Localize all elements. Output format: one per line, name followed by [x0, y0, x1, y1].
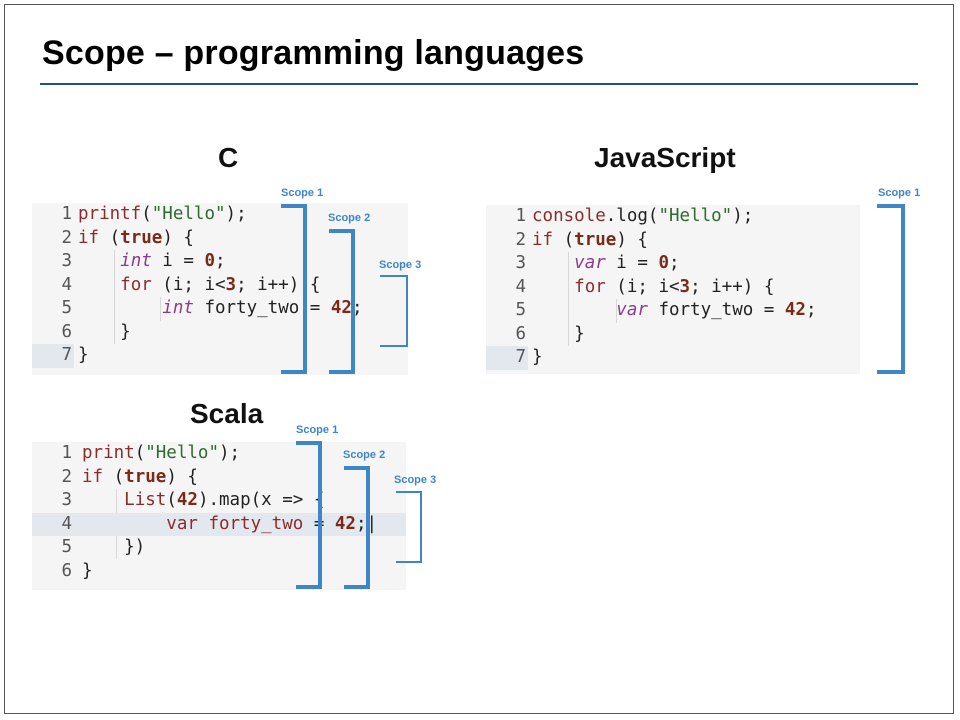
line-number: 1: [61, 204, 72, 224]
line-number: 6: [61, 560, 72, 581]
line-number: 6: [515, 323, 526, 344]
title-underline: [40, 83, 918, 85]
line-number: 3: [61, 490, 72, 510]
line-number: 1: [61, 443, 72, 463]
scala-scope1-bracket: [296, 441, 322, 589]
c-heading: C: [218, 142, 239, 173]
line-number: 5: [61, 537, 72, 557]
c-scope1-bracket: [281, 204, 307, 374]
line-number: 5: [61, 298, 72, 318]
line-number: 4: [61, 513, 72, 534]
line-number: 4: [61, 274, 72, 295]
line-number: 4: [515, 276, 526, 297]
line-number: 5: [515, 300, 526, 320]
scala-heading: Scala: [190, 398, 264, 429]
js-heading: JavaScript: [594, 142, 736, 173]
line-number: 2: [61, 466, 72, 487]
line-number: 7: [515, 347, 526, 367]
line-number: 3: [515, 253, 526, 273]
js-scope1-label: Scope 1: [878, 187, 921, 199]
slide-title: Scope – programming languages: [42, 34, 585, 72]
scala-scope1-label: Scope 1: [296, 424, 339, 436]
scala-scope3-bracket: [396, 491, 422, 563]
line-number: 2: [61, 227, 72, 248]
scala-scope2-label: Scope 2: [343, 449, 386, 461]
scala-scope2-bracket: [344, 466, 370, 589]
line-number: 3: [61, 251, 72, 271]
c-scope2-bracket: [329, 229, 355, 374]
line-number: 2: [515, 229, 526, 250]
c-scope3-label: Scope 3: [379, 259, 422, 271]
js-code-block: 1 console.log("Hello"); 2 if (true) { 3 va…: [486, 205, 860, 374]
line-number: 6: [61, 321, 72, 342]
c-scope2-label: Scope 2: [328, 212, 371, 224]
c-scope1-label: Scope 1: [281, 187, 324, 199]
scala-scope3-label: Scope 3: [394, 474, 437, 486]
line-number: 1: [515, 206, 526, 226]
c-scope3-bracket: [380, 275, 408, 347]
js-scope1-bracket: [877, 204, 905, 374]
line-number: 7: [61, 345, 72, 365]
